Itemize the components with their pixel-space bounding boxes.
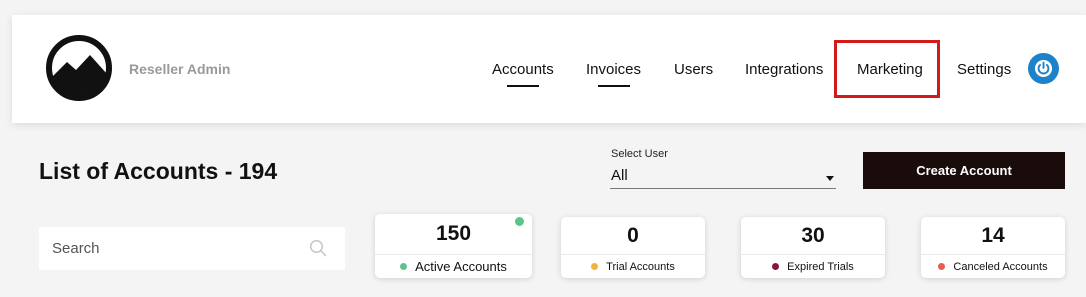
nav-settings[interactable]: Settings [957,61,1011,78]
stat-card-trial[interactable]: 0 Trial Accounts [561,217,705,278]
nav-underline [506,85,539,87]
nav-label: Accounts [492,61,554,78]
status-dot [400,263,408,270]
nav-integrations[interactable]: Integrations [745,61,823,78]
search-input[interactable] [39,227,299,270]
nav-label: Users [674,61,714,78]
nav-label: Invoices [586,61,642,78]
status-dot [772,263,780,270]
stat-label: Expired Trials [787,260,854,273]
nav-marketing[interactable]: Marketing [857,61,923,78]
select-user-value: All [611,167,628,184]
chevron-down-icon [826,176,834,181]
stat-value: 0 [627,224,639,247]
search-box[interactable] [39,227,345,270]
nav-accounts[interactable]: Accounts [492,61,554,87]
top-navbar: Reseller Admin Accounts Invoices Users I… [12,15,1086,123]
page-title: List of Accounts - 194 [39,158,278,184]
stat-label-row: Trial Accounts [561,254,705,278]
logo-icon[interactable] [45,34,113,102]
select-user-label: Select User [611,148,668,160]
stat-card-active[interactable]: 150 Active Accounts [375,214,532,278]
stat-label-row: Active Accounts [375,254,532,278]
status-dot [938,263,946,270]
nav-underline [597,85,630,87]
stat-label: Canceled Accounts [953,260,1048,273]
stat-label: Trial Accounts [606,260,675,273]
brand-name: Reseller Admin [129,61,231,77]
stat-label: Active Accounts [415,259,507,274]
nav-users[interactable]: Users [674,61,713,78]
stat-label-row: Expired Trials [741,254,885,278]
stat-value: 150 [435,222,472,245]
nav-label: Marketing [857,61,923,78]
search-icon[interactable] [309,239,327,257]
stat-card-expired[interactable]: 30 Expired Trials [741,217,885,278]
select-user-dropdown[interactable]: All [610,163,836,189]
stat-value: 30 [801,224,825,247]
nav-label: Integrations [745,61,824,78]
nav-label: Settings [957,61,1012,78]
status-dot [591,263,599,270]
nav-invoices[interactable]: Invoices [586,61,642,87]
logout-button[interactable] [1028,53,1059,84]
stat-card-canceled[interactable]: 14 Canceled Accounts [921,217,1065,278]
power-icon [1034,59,1053,78]
create-account-button[interactable]: Create Account [863,152,1065,189]
stat-label-row: Canceled Accounts [921,254,1065,278]
stat-value: 14 [981,224,1005,247]
